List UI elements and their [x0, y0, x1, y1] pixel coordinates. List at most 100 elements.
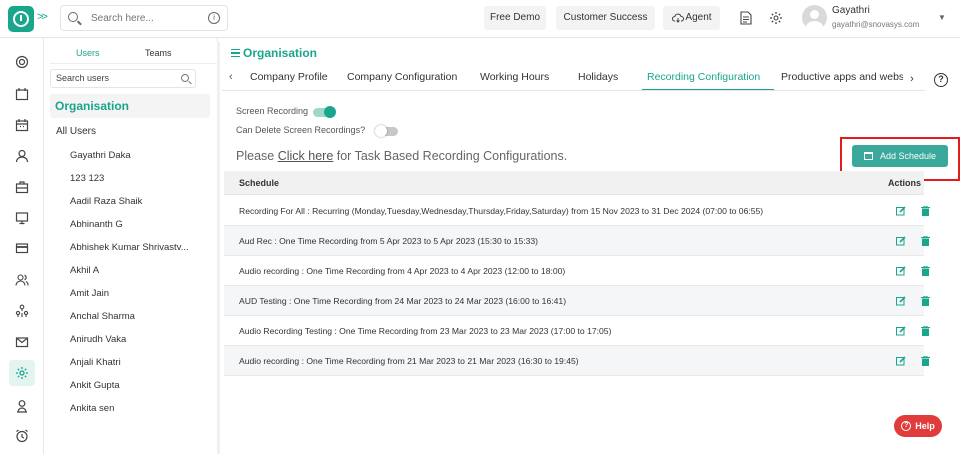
- briefcase-icon[interactable]: [12, 177, 32, 197]
- clock-icon: [13, 11, 29, 27]
- edit-icon[interactable]: [896, 296, 906, 306]
- all-users-item[interactable]: All Users: [56, 126, 96, 137]
- alarm-icon[interactable]: [12, 426, 32, 446]
- settings-gear-icon[interactable]: [767, 8, 785, 28]
- tab-recording-configuration[interactable]: Recording Configuration: [647, 71, 760, 83]
- table-header: Schedule Actions: [224, 171, 924, 195]
- tab-working-hours[interactable]: Working Hours: [480, 71, 549, 83]
- calendar-grid-icon[interactable]: [12, 115, 32, 135]
- list-item[interactable]: Anirudh Vaka: [70, 334, 210, 357]
- list-item[interactable]: Gayathri Daka: [70, 150, 210, 173]
- table-row[interactable]: Audio Recording Testing : One Time Recor…: [224, 316, 930, 346]
- org-chart-icon[interactable]: [12, 301, 32, 321]
- help-circle-icon[interactable]: ?: [934, 73, 948, 87]
- settings-icon[interactable]: [9, 360, 35, 386]
- tab-company-configuration[interactable]: Company Configuration: [347, 71, 457, 83]
- trash-icon[interactable]: [921, 356, 930, 366]
- document-icon[interactable]: [737, 8, 755, 28]
- schedule-text: AUD Testing : One Time Recording from 24…: [239, 296, 567, 306]
- list-item[interactable]: Akhil A: [70, 265, 210, 288]
- click-here-link[interactable]: Click here: [278, 149, 334, 163]
- user-icon[interactable]: [12, 146, 32, 166]
- edit-icon[interactable]: [896, 266, 906, 276]
- users-search-input[interactable]: Search users: [50, 69, 196, 88]
- schedule-text: Aud Rec : One Time Recording from 5 Apr …: [239, 236, 539, 246]
- tab-teams[interactable]: Teams: [145, 48, 172, 58]
- trash-icon[interactable]: [921, 236, 930, 246]
- edit-icon[interactable]: [896, 236, 906, 246]
- chevron-left-icon[interactable]: ‹: [229, 71, 233, 83]
- global-search-input[interactable]: [91, 10, 201, 26]
- info-icon[interactable]: i: [208, 12, 220, 24]
- organisation-heading[interactable]: Organisation: [50, 94, 210, 118]
- app-logo[interactable]: [8, 6, 34, 32]
- list-item[interactable]: Amit Jain: [70, 288, 210, 311]
- edit-icon[interactable]: [896, 206, 906, 216]
- free-demo-button[interactable]: Free Demo: [484, 6, 546, 30]
- edit-icon[interactable]: [896, 326, 906, 336]
- dashboard-icon[interactable]: [12, 52, 32, 72]
- tab-users[interactable]: Users: [76, 48, 100, 58]
- trash-icon[interactable]: [921, 266, 930, 276]
- calendar-icon[interactable]: [12, 84, 32, 104]
- trash-icon[interactable]: [921, 296, 930, 306]
- page-title-label: Organisation: [243, 46, 318, 60]
- table-row[interactable]: AUD Testing : One Time Recording from 24…: [224, 286, 930, 316]
- list-item[interactable]: Ankita sen: [70, 403, 210, 426]
- organisation-heading-label: Organisation: [55, 99, 130, 113]
- help-circle-icon: ?: [901, 421, 912, 431]
- list-item[interactable]: Aadil Raza Shaik: [70, 196, 210, 219]
- chevron-right-icon[interactable]: ›: [903, 70, 921, 88]
- tab-company-profile[interactable]: Company Profile: [250, 71, 328, 83]
- panel-scrollbar[interactable]: [217, 42, 220, 454]
- list-item[interactable]: Abhinanth G: [70, 219, 210, 242]
- table-row[interactable]: Audio recording : One Time Recording fro…: [224, 256, 930, 286]
- users-icon[interactable]: [12, 270, 32, 290]
- user-badge-icon[interactable]: [12, 396, 32, 416]
- users-search-placeholder: Search users: [56, 73, 110, 83]
- icon-rail: [0, 38, 44, 454]
- can-delete-label: Can Delete Screen Recordings?: [236, 125, 366, 135]
- mail-icon[interactable]: [12, 332, 32, 352]
- schedule-text: Audio recording : One Time Recording fro…: [239, 266, 566, 276]
- screen-recording-toggle[interactable]: [313, 106, 336, 118]
- list-item[interactable]: Abhishek Kumar Shrivastv...: [70, 242, 210, 265]
- menu-icon[interactable]: [231, 49, 240, 57]
- table-row[interactable]: Audio recording : One Time Recording fro…: [224, 346, 930, 376]
- page-title: Organisation: [231, 46, 317, 60]
- trash-icon[interactable]: [921, 326, 930, 336]
- user-list: Gayathri Daka 123 123 Aadil Raza Shaik A…: [70, 150, 210, 426]
- user-email: gayathri@snovasys.com: [832, 20, 920, 29]
- card-icon[interactable]: [12, 238, 32, 258]
- schedule-table: Recording For All : Recurring (Monday,Tu…: [224, 196, 930, 376]
- trash-icon[interactable]: [921, 206, 930, 216]
- list-item[interactable]: Ankit Gupta: [70, 380, 210, 403]
- agent-button[interactable]: Agent: [663, 6, 720, 30]
- active-tab-indicator: [642, 89, 774, 90]
- table-row[interactable]: Aud Rec : One Time Recording from 5 Apr …: [224, 226, 930, 256]
- monitor-icon[interactable]: [12, 208, 32, 228]
- schedule-text: Audio recording : One Time Recording fro…: [239, 356, 579, 366]
- tab-productive-apps[interactable]: Productive apps and websites: [781, 71, 921, 83]
- table-row[interactable]: Recording For All : Recurring (Monday,Tu…: [224, 196, 930, 226]
- help-button[interactable]: ? Help: [894, 415, 942, 437]
- tab-holidays[interactable]: Holidays: [578, 71, 618, 83]
- schedule-text: Recording For All : Recurring (Monday,Tu…: [239, 206, 764, 216]
- global-search[interactable]: i: [60, 5, 228, 31]
- expand-menu-icon[interactable]: >>: [37, 11, 48, 23]
- list-item[interactable]: 123 123: [70, 173, 210, 196]
- avatar[interactable]: [802, 5, 827, 30]
- list-item[interactable]: Anchal Sharma: [70, 311, 210, 334]
- notice-prefix: Please: [236, 149, 278, 163]
- chevron-down-icon[interactable]: ▼: [938, 13, 946, 22]
- users-panel: Users Teams Search users Organisation Al…: [44, 38, 218, 454]
- agent-label: Agent: [685, 12, 712, 23]
- edit-icon[interactable]: [896, 356, 906, 366]
- customer-success-button[interactable]: Customer Success: [556, 6, 655, 30]
- schedule-column-header: Schedule: [239, 178, 280, 188]
- user-name: Gayathri: [832, 5, 870, 16]
- notice-suffix: for Task Based Recording Configurations.: [333, 149, 568, 163]
- list-item[interactable]: Anjali Khatri: [70, 357, 210, 380]
- actions-column-header: Actions: [888, 178, 922, 188]
- can-delete-toggle[interactable]: [375, 125, 398, 137]
